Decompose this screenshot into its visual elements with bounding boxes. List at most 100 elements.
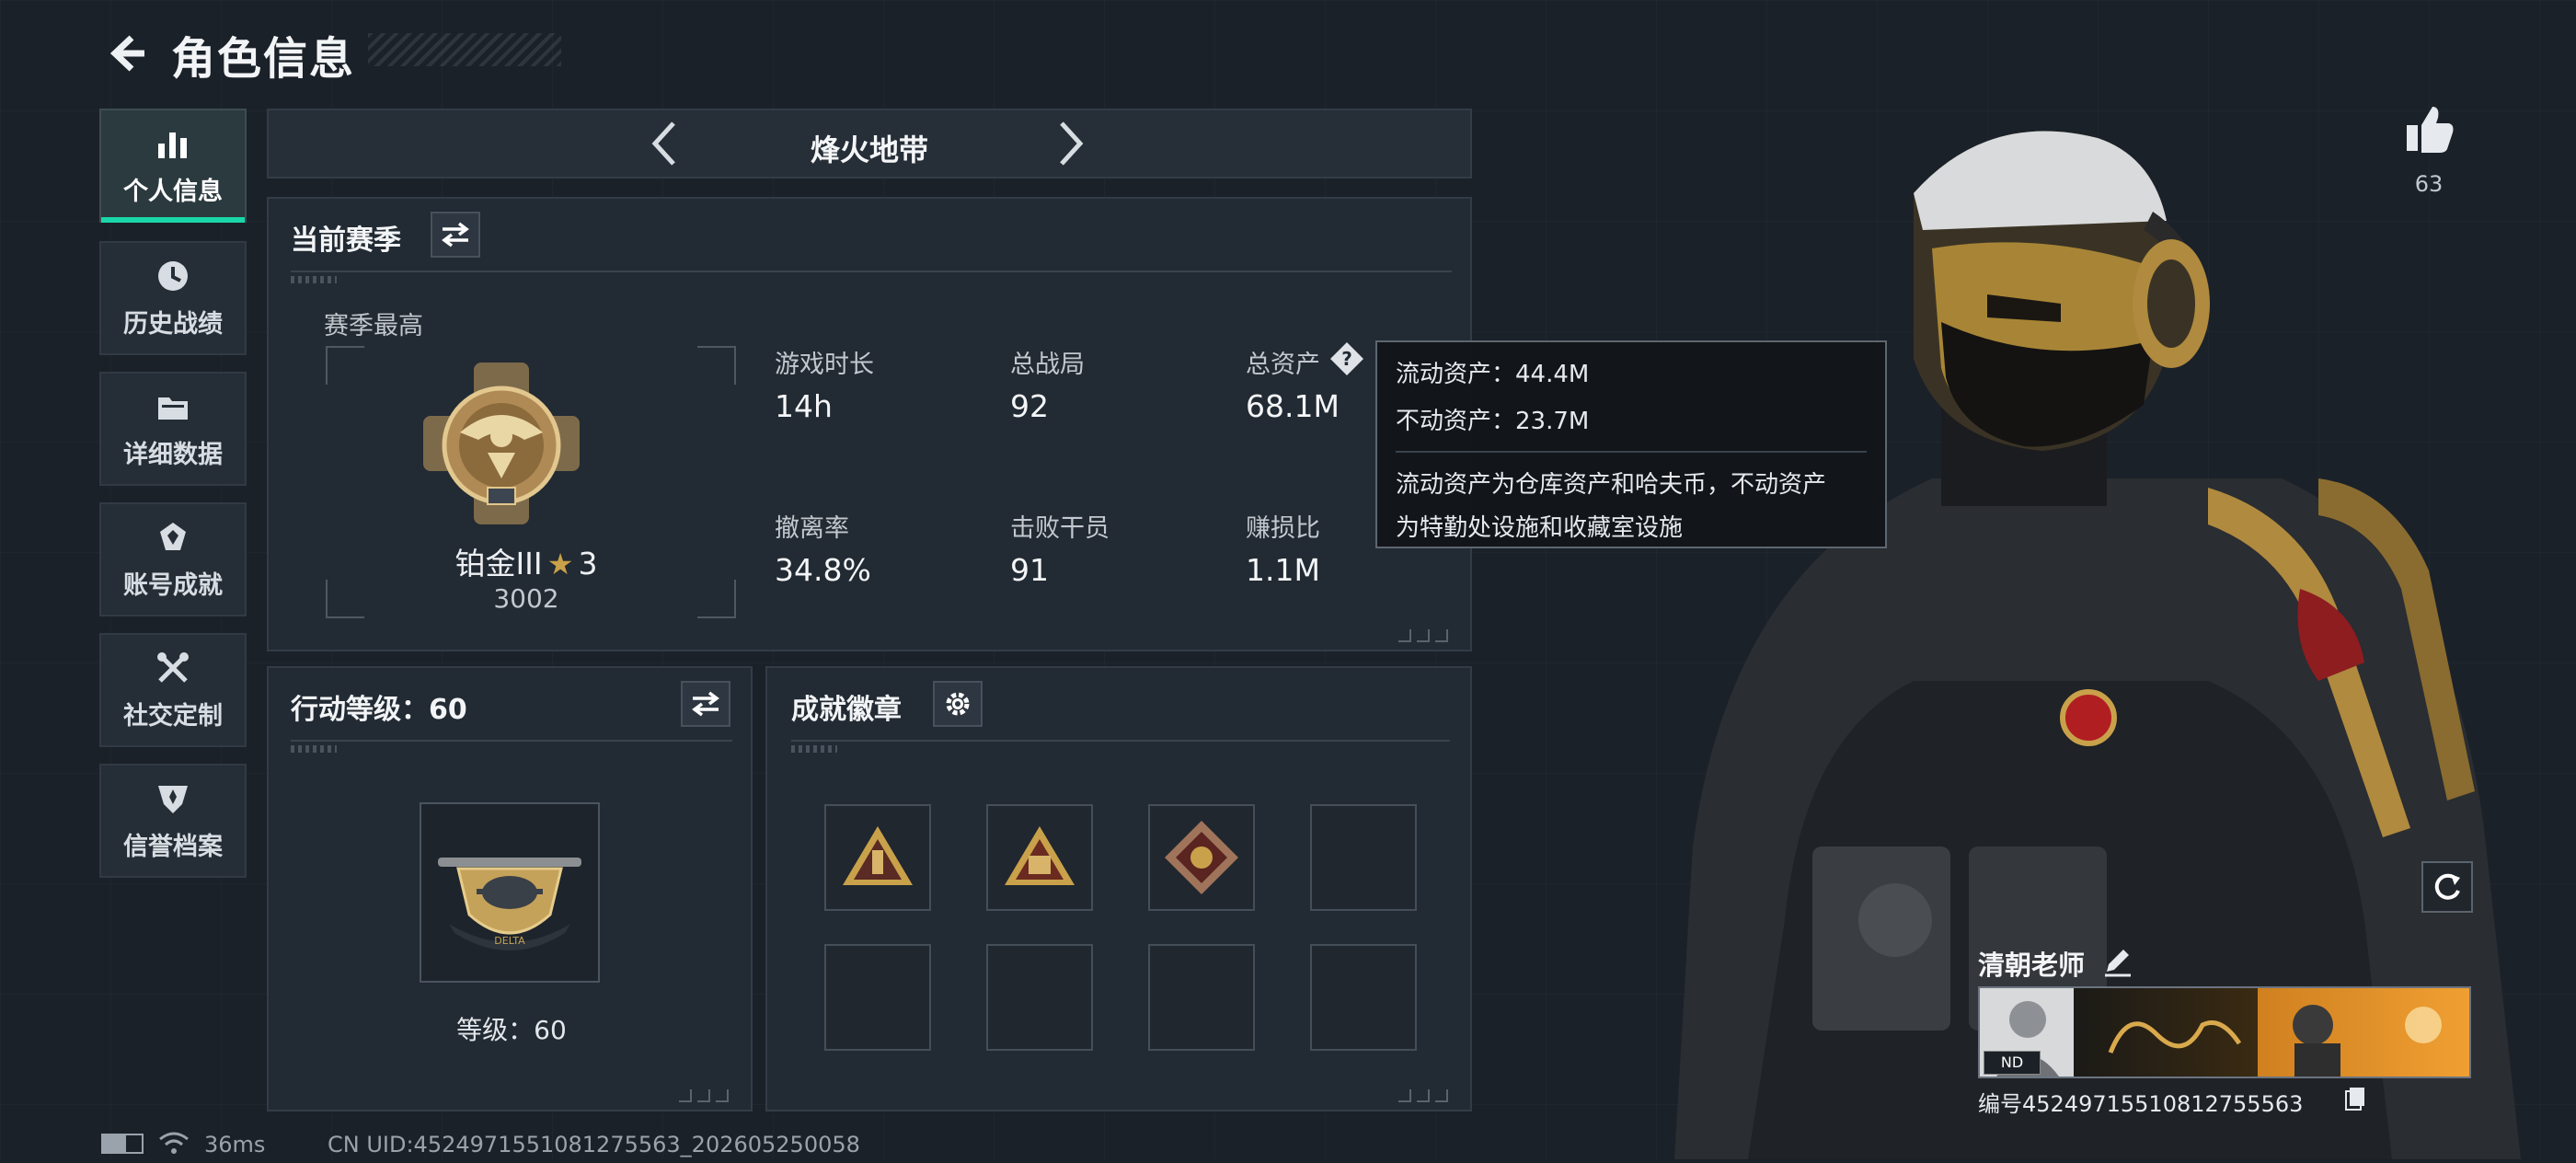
pencil-icon xyxy=(2105,950,2131,977)
achievements-settings-button[interactable] xyxy=(933,681,983,727)
tooltip-fixed-assets: 不动资产：23.7M xyxy=(1396,408,1590,435)
uid-text: CN UID:4524971551081275563_202605250058 xyxy=(328,1132,860,1157)
page-title: 角色信息 xyxy=(171,33,356,85)
title-decoration xyxy=(368,33,561,66)
achievement-icon xyxy=(155,519,191,556)
frame-corner xyxy=(326,346,364,385)
nav-label: 账号成就 xyxy=(123,570,223,600)
stat-label: 总战局 xyxy=(1010,351,1085,379)
like-count: 63 xyxy=(2414,171,2444,197)
rotate-icon xyxy=(2434,873,2460,900)
season-title: 当前赛季 xyxy=(291,225,401,257)
stat-value: 91 xyxy=(1010,552,1049,588)
corner-decoration xyxy=(679,1089,738,1102)
folder-icon xyxy=(155,388,191,425)
stat-value: 34.8% xyxy=(775,552,871,588)
achievement-badge-slot[interactable] xyxy=(1148,944,1255,1051)
stat-value: 14h xyxy=(775,388,833,424)
mode-name: 烽火地带 xyxy=(810,132,928,167)
nav-item-achievements[interactable]: 账号成就 xyxy=(99,502,247,616)
achievement-badge-slot[interactable] xyxy=(986,804,1093,911)
achievement-badge-slot[interactable] xyxy=(1148,804,1255,911)
action-level-switch-button[interactable] xyxy=(681,681,730,727)
rank-line: 铂金III ★ 3 xyxy=(269,539,784,583)
nav-label: 详细数据 xyxy=(123,440,223,469)
divider-ticks xyxy=(791,745,837,753)
achievement-badge-slot[interactable] xyxy=(824,944,931,1051)
mode-selector: 烽火地带 xyxy=(267,109,1472,178)
nav-label: 信誉档案 xyxy=(123,832,223,861)
rotate-model-button[interactable] xyxy=(2421,861,2473,913)
battery-icon xyxy=(101,1134,144,1154)
achievement-badge-slot[interactable] xyxy=(824,804,931,911)
swap-icon xyxy=(692,691,719,717)
helicopter-emblem: DELTA xyxy=(438,858,581,950)
question-icon: ? xyxy=(1330,342,1363,375)
thumbs-up-icon xyxy=(2407,107,2454,153)
diamond-badge-icon xyxy=(1165,821,1238,894)
achievement-badge-slot[interactable] xyxy=(1310,944,1417,1051)
copy-id-button[interactable] xyxy=(2344,1086,2366,1111)
tooltip-divider xyxy=(1396,451,1867,453)
corner-decoration xyxy=(1398,629,1457,642)
season-best-label: 赛季最高 xyxy=(324,312,423,340)
frame-corner xyxy=(697,346,736,385)
bar-chart-icon xyxy=(155,125,191,162)
tooltip-description: 流动资产为仓库资产和哈夫币，不动资产 xyxy=(1396,471,1827,499)
shield-icon xyxy=(155,780,191,817)
back-button[interactable] xyxy=(99,26,155,81)
next-mode-button[interactable] xyxy=(1052,116,1089,171)
divider xyxy=(291,740,732,742)
action-level-panel: 行动等级：60 DELTA 等级：60 xyxy=(267,666,753,1111)
clock-icon xyxy=(155,258,191,294)
stat-label: 赚损比 xyxy=(1246,514,1320,543)
tooltip-description: 为特勤处设施和收藏室设施 xyxy=(1396,514,1684,542)
divider-ticks xyxy=(291,745,337,753)
back-arrow-icon xyxy=(109,35,144,72)
stat-label: 总资产 xyxy=(1246,351,1320,379)
achievement-badge-slot[interactable] xyxy=(986,944,1093,1051)
nav-item-profile[interactable]: 个人信息 xyxy=(99,109,247,223)
stat-label: 撤离率 xyxy=(775,514,849,543)
wifi-icon xyxy=(158,1130,190,1159)
copy-icon xyxy=(2345,1088,2364,1111)
card-tag: ND xyxy=(1984,1051,2041,1075)
divider xyxy=(791,740,1450,742)
rank-name: 铂金III xyxy=(454,546,543,582)
like-button[interactable] xyxy=(2401,101,2456,156)
corner-decoration xyxy=(1398,1089,1457,1102)
star-icon: ★ xyxy=(546,547,574,582)
gear-icon xyxy=(946,692,970,716)
nav-label: 个人信息 xyxy=(123,177,223,206)
action-level-title: 行动等级：60 xyxy=(291,694,467,726)
asset-help-button[interactable]: ? xyxy=(1328,340,1365,377)
achievement-badge-slot[interactable] xyxy=(1310,804,1417,911)
nav-item-credit[interactable]: 信誉档案 xyxy=(99,764,247,878)
action-level-emblem-frame: DELTA xyxy=(420,802,600,983)
stat-value: 1.1M xyxy=(1246,552,1320,588)
nav-label: 历史战绩 xyxy=(123,309,223,339)
stat-value: 68.1M xyxy=(1246,388,1340,424)
card-signature-art xyxy=(2074,988,2258,1077)
svg-text:DELTA: DELTA xyxy=(494,935,525,947)
tooltip-liquid-assets: 流动资产：44.4M xyxy=(1396,361,1590,388)
nav-item-social[interactable]: 社交定制 xyxy=(99,633,247,747)
nav-item-history[interactable]: 历史战绩 xyxy=(99,241,247,355)
achievements-title: 成就徽章 xyxy=(791,694,902,726)
season-panel: 当前赛季 赛季最高 铂金III ★ 3 3002 游戏时长 14h 总战局 92 xyxy=(267,197,1472,651)
triangle-badge-icon xyxy=(843,826,913,885)
divider xyxy=(291,271,1452,272)
season-switch-button[interactable] xyxy=(431,212,480,258)
player-name: 清朝老师 xyxy=(1978,950,2086,981)
action-level-text: 等级：60 xyxy=(456,1015,567,1045)
asset-tooltip: 流动资产：44.4M 不动资产：23.7M 流动资产为仓库资产和哈夫币，不动资产… xyxy=(1375,340,1887,548)
svg-text:?: ? xyxy=(1341,348,1352,370)
achievements-panel: 成就徽章 xyxy=(765,666,1472,1111)
tools-icon xyxy=(155,650,191,686)
rank-emblem xyxy=(423,361,580,530)
chevron-right-icon xyxy=(1060,121,1084,166)
rank-points: 3002 xyxy=(493,583,559,614)
edit-name-button[interactable] xyxy=(2101,944,2138,981)
player-card[interactable]: ND xyxy=(1978,986,2471,1078)
nav-item-details[interactable]: 详细数据 xyxy=(99,372,247,486)
